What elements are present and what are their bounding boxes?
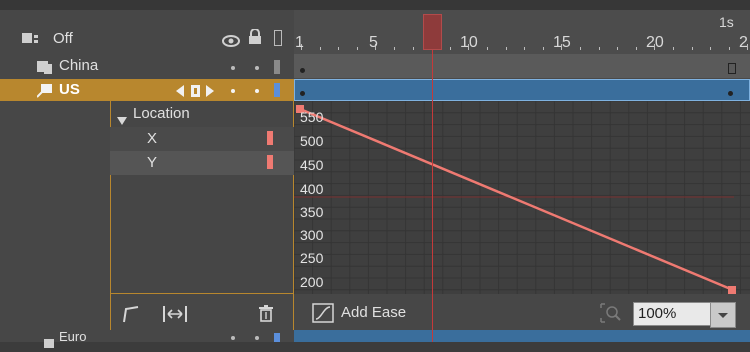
ruler-frame-20: 20 [646, 34, 664, 51]
lock-dot-euro[interactable] [255, 336, 259, 340]
keyframe-china-start[interactable] [300, 68, 305, 73]
zoom-dropdown-button[interactable] [710, 302, 736, 328]
y-tick-label: 200 [300, 274, 324, 290]
layer-name-us[interactable]: US [59, 81, 80, 98]
mode-label[interactable]: Off [53, 30, 73, 47]
fit-width-icon[interactable] [162, 305, 188, 327]
ruler-frame-5: 5 [369, 34, 378, 51]
zoom-value: 100% [638, 305, 677, 322]
add-ease-icon[interactable] [312, 303, 334, 327]
layer-icon-china [37, 60, 53, 79]
add-ease-button[interactable]: Add Ease [341, 304, 406, 321]
y-tick-label: 550 [300, 109, 324, 125]
outline-icon[interactable] [274, 30, 282, 46]
keyframe-china-end[interactable] [728, 63, 736, 74]
outline-swatch-china[interactable] [274, 60, 280, 74]
property-name-x[interactable]: X [147, 130, 157, 147]
curve-handle-end [728, 286, 736, 294]
trash-icon[interactable] [259, 305, 273, 326]
zoom-fit-icon[interactable] [600, 303, 622, 327]
ruler-tick [580, 47, 581, 50]
ruler-frame-10: 10 [460, 34, 478, 51]
ruler-tick [394, 47, 395, 50]
y-tick-label: 500 [300, 133, 324, 149]
layer-name-euro[interactable]: Euro [59, 331, 86, 342]
y-tick-label: 450 [300, 157, 324, 173]
lock-dot-china[interactable] [255, 66, 259, 70]
zoom-input[interactable]: 100% [633, 302, 715, 326]
top-edge [0, 0, 750, 10]
playhead-handle[interactable] [423, 14, 442, 50]
lock-dot-us[interactable] [255, 89, 259, 93]
layer-frames-china[interactable] [294, 54, 750, 78]
ruler-tick [635, 47, 637, 50]
ruler-tick [542, 47, 544, 50]
visibility-dot-china[interactable] [231, 66, 235, 70]
ruler-tick [338, 47, 340, 50]
ruler-frame-1: 1 [295, 34, 304, 51]
ruler-tick [710, 47, 712, 50]
y-tick-label: 350 [300, 204, 324, 220]
y-tick-label: 300 [300, 227, 324, 243]
ruler-tick [412, 47, 414, 50]
y-tick-label: 250 [300, 250, 324, 266]
outline-swatch-us[interactable] [274, 83, 280, 97]
ruler-tick [505, 47, 507, 50]
playhead-line[interactable] [432, 50, 433, 342]
ruler-tick [617, 47, 619, 50]
property-name-y[interactable]: Y [147, 154, 157, 171]
keyframe-us-start[interactable] [300, 91, 305, 96]
property-color-x[interactable] [267, 131, 273, 145]
y-tick-label: 400 [300, 181, 324, 197]
ruler-frame-25-partial: 2 [739, 34, 748, 51]
keyframe-us-end[interactable] [728, 91, 733, 96]
motion-layer-icon [36, 83, 53, 102]
layer-panel-menu-icon[interactable] [22, 32, 40, 46]
ease-curve-icon[interactable] [122, 305, 140, 327]
ruler-tick [524, 47, 526, 50]
ruler-tick [673, 47, 674, 50]
motion-layer-icon [40, 333, 54, 352]
ruler-frame-15: 15 [553, 34, 571, 51]
chevron-down-icon [718, 313, 728, 318]
lock-icon[interactable] [248, 28, 262, 49]
visibility-dot-euro[interactable] [231, 336, 235, 340]
outline-swatch-euro[interactable] [274, 333, 280, 342]
layer-frames-us[interactable] [294, 79, 750, 101]
visibility-dot-us[interactable] [231, 89, 235, 93]
eye-icon[interactable] [222, 32, 240, 51]
ruler-tick [356, 47, 358, 50]
ruler-tick [598, 47, 600, 50]
layer-name-china[interactable]: China [59, 57, 98, 74]
ruler-tick [728, 47, 730, 50]
layer-frames-euro[interactable] [294, 330, 750, 342]
property-color-y[interactable] [267, 155, 273, 169]
property-group-location[interactable]: Location [133, 105, 190, 122]
ruler-tick [487, 47, 488, 50]
ruler-tick [449, 47, 451, 50]
keyframe-nav-icon[interactable] [176, 83, 216, 102]
ruler-tick [319, 47, 321, 50]
ruler-tick [691, 47, 693, 50]
motion-graph[interactable] [294, 101, 750, 294]
